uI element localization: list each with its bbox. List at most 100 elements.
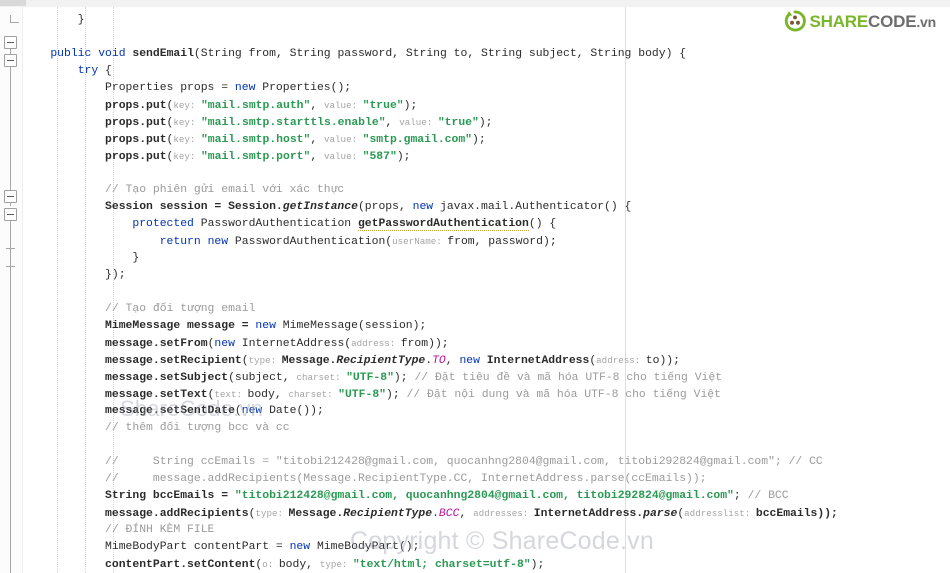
code-token: Properties props = xyxy=(23,82,235,94)
sharecode-logo[interactable]: SHARECODE.vn xyxy=(784,10,936,32)
code-token: PasswordAuthentication xyxy=(193,218,358,230)
code-line[interactable]: // String ccEmails = "titobi212428@gmail… xyxy=(23,454,950,471)
code-token: key: xyxy=(173,100,201,111)
code-token: ; xyxy=(733,490,748,502)
code-token: ); xyxy=(472,134,486,146)
code-line[interactable]: props.put(key: "mail.smtp.starttls.enabl… xyxy=(23,114,950,131)
code-line[interactable]: String bccEmails = "titobi212428@gmail.c… xyxy=(23,488,950,505)
code-token: getPasswordAuthentication xyxy=(357,218,529,231)
code-line[interactable]: }); xyxy=(23,267,950,284)
code-line[interactable]: return new PasswordAuthentication(userNa… xyxy=(23,233,950,250)
code-token: message.setSentDate xyxy=(23,405,235,417)
code-token: MimeMessage message = xyxy=(23,320,256,332)
code-token: // ĐÍNH KÈM FILE xyxy=(23,524,215,536)
code-token: Date()); xyxy=(262,405,324,417)
code-token: message.addRecipients xyxy=(23,508,249,520)
fold-collapse-box[interactable] xyxy=(4,36,17,49)
code-line[interactable]: // Tạo đối tượng email xyxy=(23,301,950,318)
code-line[interactable]: // message.addRecipients(Message.Recipie… xyxy=(23,471,950,488)
code-token: key: xyxy=(173,151,201,162)
code-line[interactable]: message.setText(text: body, charset: "UT… xyxy=(23,386,950,403)
code-line[interactable]: message.setFrom(new InternetAddress(addr… xyxy=(23,335,950,352)
code-line[interactable]: // ĐÍNH KÈM FILE xyxy=(23,522,950,539)
code-token: message.setFrom xyxy=(23,338,208,350)
code-folding-gutter[interactable] xyxy=(0,7,23,573)
code-token: RecipientType xyxy=(336,355,426,367)
code-line[interactable]: message.setSubject(subject, charset: "UT… xyxy=(23,369,950,386)
code-line[interactable]: message.setRecipient(type: Message.Recip… xyxy=(23,352,950,369)
code-token: // message.addRecipients(Message.Recipie… xyxy=(23,473,707,485)
code-line[interactable] xyxy=(23,165,950,182)
code-token: // Đặt nội dung và mã hóa UTF-8 cho tiến… xyxy=(406,389,721,401)
code-line[interactable]: props.put(key: "mail.smtp.host", value: … xyxy=(23,131,950,148)
code-token: Properties(); xyxy=(255,82,352,94)
code-line[interactable]: props.put(key: "mail.smtp.auth", value: … xyxy=(23,97,950,114)
code-line[interactable]: public void sendEmail(String from, Strin… xyxy=(23,46,950,63)
code-token: "UTF-8" xyxy=(346,372,394,384)
code-content[interactable]: } public void sendEmail(String from, Str… xyxy=(23,7,950,573)
code-line[interactable] xyxy=(23,284,950,301)
code-line[interactable]: props.put(key: "mail.smtp.port", value: … xyxy=(23,148,950,165)
code-token: , xyxy=(310,100,325,112)
code-token: ); xyxy=(396,151,411,163)
code-token: parse xyxy=(643,508,678,520)
code-line[interactable]: // Tạo phiên gửi email với xác thực xyxy=(23,182,950,199)
code-line[interactable]: message.addRecipients(type: Message.Reci… xyxy=(23,505,950,522)
code-token: (subject, xyxy=(228,372,297,384)
code-line[interactable]: MimeBodyPart contentPart = new MimeBodyP… xyxy=(23,539,950,556)
code-token: "mail.smtp.host" xyxy=(200,134,311,146)
code-line[interactable]: protected PasswordAuthentication getPass… xyxy=(23,216,950,233)
code-token: key: xyxy=(173,134,201,145)
fold-tick-marker[interactable] xyxy=(6,248,15,249)
code-token: address: xyxy=(596,355,646,366)
code-token: ); xyxy=(386,389,407,401)
code-token: // BCC xyxy=(747,490,789,502)
code-token: sendEmail xyxy=(132,48,194,60)
code-token: userName: xyxy=(392,236,448,247)
code-line[interactable] xyxy=(23,437,950,454)
code-line[interactable]: // thêm đối tượng bcc và cc xyxy=(23,420,950,437)
code-line[interactable]: try { xyxy=(23,63,950,80)
code-token: Message. xyxy=(281,355,337,367)
code-token: address: xyxy=(351,338,401,349)
editor-tab-stub[interactable] xyxy=(0,0,26,6)
code-token: "mail.smtp.auth" xyxy=(200,100,311,112)
code-token: key: xyxy=(173,117,201,128)
code-token: "587" xyxy=(362,151,397,163)
code-token: type: xyxy=(319,559,353,570)
code-token: message.setSubject xyxy=(23,372,229,384)
fold-end-corner xyxy=(10,15,19,23)
code-token: value: xyxy=(324,134,363,145)
code-token: TO xyxy=(432,355,446,367)
code-token: }); xyxy=(23,269,126,281)
code-line[interactable]: MimeMessage message = new MimeMessage(se… xyxy=(23,318,950,335)
code-token: try xyxy=(77,65,99,77)
code-line[interactable]: contentPart.setContent(o: body, type: "t… xyxy=(23,556,950,573)
code-token: "text/html; charset=utf-8" xyxy=(352,559,531,571)
logo-code-text: CODE xyxy=(868,11,917,31)
code-line[interactable]: } xyxy=(23,250,950,267)
code-token: "true" xyxy=(362,100,404,112)
code-token: "titobi212428@gmail.com, quocanhng2804@g… xyxy=(234,490,734,502)
code-line[interactable]: Properties props = new Properties(); xyxy=(23,80,950,97)
code-token: BCC xyxy=(438,508,460,520)
code-token: message.setText xyxy=(23,389,208,401)
code-token: (props, xyxy=(357,201,413,213)
code-token: ); xyxy=(403,100,418,112)
code-token: { xyxy=(98,65,112,77)
code-line[interactable]: Session session = Session.getInstance(pr… xyxy=(23,199,950,216)
fold-collapse-box[interactable] xyxy=(4,190,17,203)
code-token: o: xyxy=(262,559,279,570)
code-token: Message. xyxy=(288,508,344,520)
code-line[interactable]: message.setSentDate(new Date()); xyxy=(23,403,950,420)
code-token: , xyxy=(385,117,400,129)
code-token: props.put xyxy=(23,151,167,163)
fold-collapse-box[interactable] xyxy=(4,54,17,67)
fold-tick-marker[interactable] xyxy=(6,266,15,267)
fold-collapse-box[interactable] xyxy=(4,208,17,221)
editor-text-area[interactable]: } public void sendEmail(String from, Str… xyxy=(23,7,950,573)
code-token: String bccEmails = xyxy=(23,490,235,502)
